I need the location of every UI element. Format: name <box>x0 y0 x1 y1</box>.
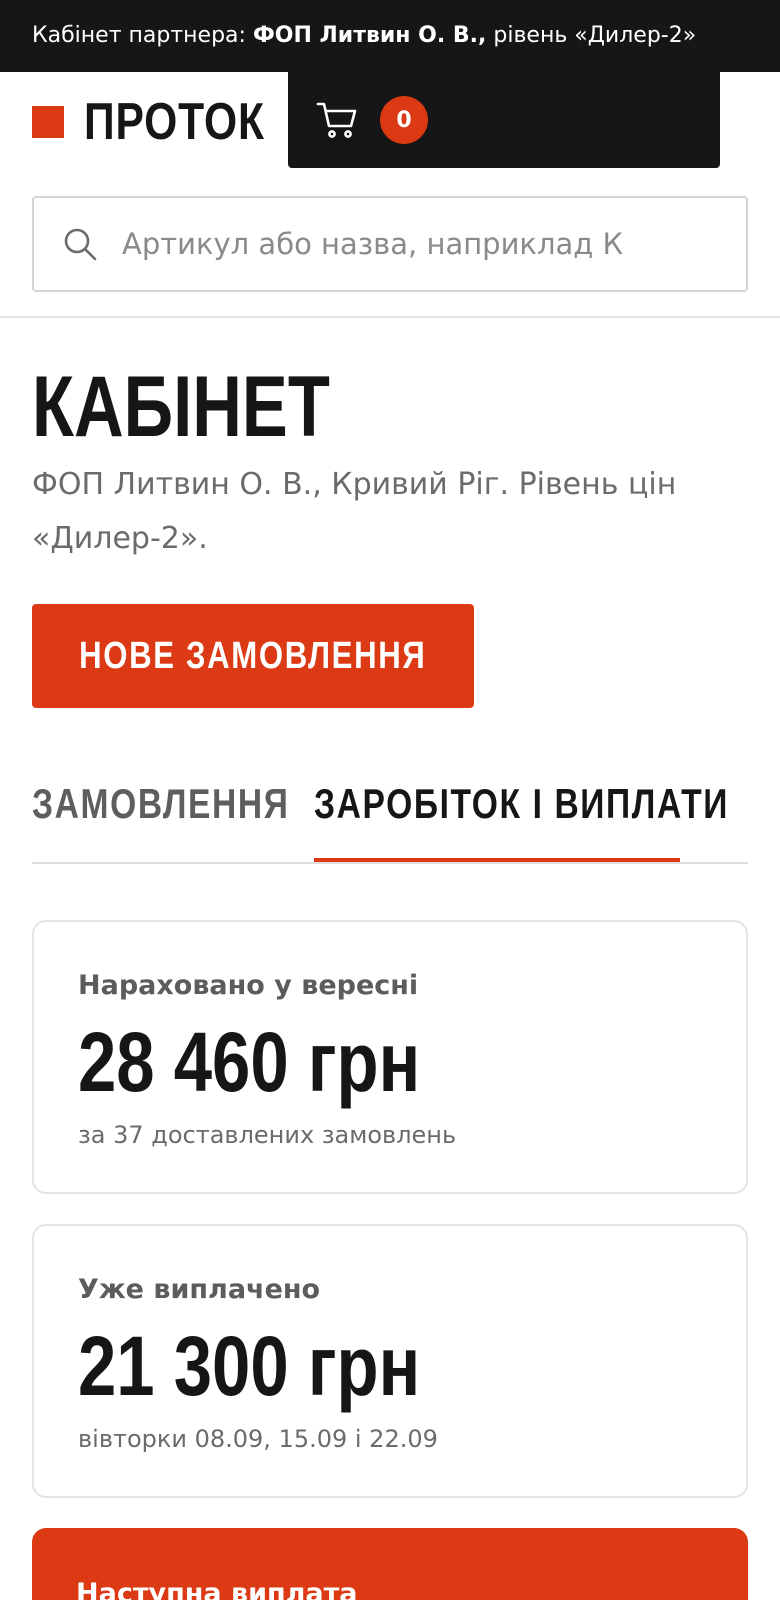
logo[interactable]: ПРОТОК <box>32 92 304 152</box>
accrued-note: за 37 доставлених замовлень <box>78 1121 457 1149</box>
search-icon <box>64 228 97 261</box>
tabs-divider <box>32 862 748 864</box>
banner-prefix: Кабінет партнера: <box>32 23 253 48</box>
paid-note: вівторки 08.09, 15.09 і 22.09 <box>78 1425 438 1453</box>
page-subtitle: ФОП Литвин О. В., Кривий Ріг. Рівень цін… <box>32 467 677 556</box>
next-payout-card: Наступна виплата <box>32 1528 748 1600</box>
header-divider <box>0 316 780 318</box>
accrued-label: Нараховано у вересні <box>78 970 419 1001</box>
accrued-card: Нараховано у вересні 28 460 грн за 37 до… <box>32 920 748 1194</box>
accrued-amount: 28 460 грн <box>78 1015 421 1109</box>
cart-button[interactable]: 0 <box>288 72 720 168</box>
paid-label: Уже виплачено <box>78 1274 321 1305</box>
paid-card: Уже виплачено 21 300 грн вівторки 08.09,… <box>32 1224 748 1498</box>
new-order-button[interactable]: НОВЕ ЗАМОВЛЕННЯ <box>32 604 474 708</box>
cart-icon <box>316 102 357 138</box>
tab-earnings-payouts[interactable]: ЗАРОБІТОК І ВИПЛАТИ <box>314 780 727 864</box>
tab-orders-label: ЗАМОВЛЕННЯ <box>32 780 290 827</box>
page-title: КАБІНЕТ <box>32 359 330 455</box>
paid-amount: 21 300 грн <box>78 1319 421 1413</box>
banner-partner-name: ФОП Литвин О. В., <box>252 23 487 48</box>
tab-orders[interactable]: ЗАМОВЛЕННЯ <box>32 780 288 864</box>
tab-earnings-label: ЗАРОБІТОК І ВИПЛАТИ <box>314 780 730 827</box>
search-bar[interactable] <box>32 196 748 292</box>
logo-text: ПРОТОК <box>84 93 265 151</box>
tabs: ЗАМОВЛЕННЯ ЗАРОБІТОК І ВИПЛАТИ <box>32 780 748 864</box>
partner-banner: Кабінет партнера: ФОП Литвин О. В., ріве… <box>0 0 780 72</box>
banner-price-level: рівень «Дилер-2» <box>486 23 697 48</box>
search-input[interactable] <box>122 227 722 261</box>
logo-mark <box>32 106 64 138</box>
next-payout-label: Наступна виплата <box>76 1578 358 1600</box>
new-order-label: НОВЕ ЗАМОВЛЕННЯ <box>79 634 427 677</box>
cart-count-badge: 0 <box>380 96 428 144</box>
